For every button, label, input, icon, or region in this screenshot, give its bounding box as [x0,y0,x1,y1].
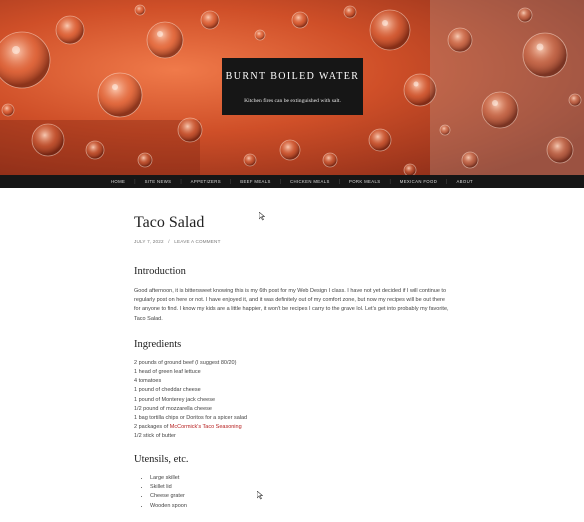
nav-item-mexican-food[interactable]: Mexican Food [391,179,446,184]
utensils-heading: Utensils, etc. [134,453,189,465]
post-article: Taco Salad JULY 7, 2022 / LEAVE A COMMEN… [134,214,450,511]
nav-item-beef-meals[interactable]: Beef Meals [231,179,279,184]
list-item: Cheese grater [150,492,450,501]
list-item: 2 pounds of ground beef (I suggest 80/20… [134,359,237,366]
site-tagline: Kitchen fires can be extinguished with s… [244,98,341,104]
list-item: 2 packages of McCormick's Taco Seasoning [134,423,450,432]
utensils-list: Large skillet Skillet lid Cheese grater … [134,474,450,511]
list-item: 1 pound of Monterey jack cheese [134,396,216,403]
nav-item-home[interactable]: Home [102,179,134,184]
intro-heading: Introduction [134,266,186,277]
nav-item-site-news[interactable]: Site News [136,179,181,184]
list-item: 1/2 stick of butter [134,433,176,440]
intro-paragraph: Good afternoon, it is bittersweet knowin… [134,288,449,322]
list-item: Skillet lid [150,483,450,492]
list-item: 1 pound of cheddar cheese [134,387,201,394]
list-item: 1/2 pound of mozzarella cheese [134,405,212,412]
taco-seasoning-link[interactable]: McCormick's Taco Seasoning [170,424,242,430]
post-meta: JULY 7, 2022 / LEAVE A COMMENT [134,239,450,244]
list-item: Wooden spoon [150,502,450,511]
ingredients-heading: Ingredients [134,338,182,350]
ingredients-list: 2 pounds of ground beef (I suggest 80/20… [134,359,450,442]
main-navigation: Home | Site News | Appetizers | Beef Meals |… [0,175,584,188]
meta-separator: / [168,239,170,244]
post-date[interactable]: JULY 7, 2022 [134,239,164,244]
nav-item-pork-meals[interactable]: Pork Meals [340,179,389,184]
list-item: 1 head of green leaf lettuce [134,369,201,376]
list-item: 1 bag tortilla chips or Doritos for a sp… [134,415,248,422]
list-item: 4 tomatoes [134,378,162,385]
seasoning-prefix: 2 packages of [134,424,170,431]
site-branding: BURNT BOILED WATER Kitchen fires can be … [222,58,363,115]
site-title[interactable]: BURNT BOILED WATER [222,71,363,82]
nav-item-appetizers[interactable]: Appetizers [182,179,230,184]
header-hero-image: BURNT BOILED WATER Kitchen fires can be … [0,0,584,175]
leave-comment-link[interactable]: LEAVE A COMMENT [174,239,220,244]
list-item: Large skillet [150,474,450,483]
nav-item-about[interactable]: About [447,179,482,184]
nav-item-chicken-meals[interactable]: Chicken Meals [281,179,339,184]
post-title: Taco Salad [134,214,205,231]
